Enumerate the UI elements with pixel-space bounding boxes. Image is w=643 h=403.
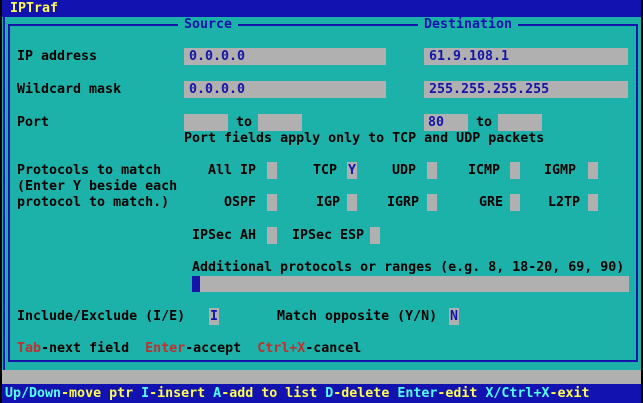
dialog-left-edge <box>3 17 5 370</box>
protocol-icmp-label: ICMP <box>468 163 500 179</box>
wildcard-mask-source-field[interactable]: 0.0.0.0 <box>184 81 386 98</box>
console-screen: IPTraf Source Destination IP address 0.0… <box>0 0 643 403</box>
help-key-ctrlx: Ctrl+X <box>257 341 305 356</box>
protocol-tcp-label: TCP <box>313 163 337 179</box>
port-dest-from-field[interactable]: 80 <box>424 114 468 131</box>
protocol-icmp-checkbox[interactable] <box>510 162 520 179</box>
port-source-from-field[interactable] <box>184 114 228 131</box>
ipsec-ah-label: IPSec AH <box>192 228 256 244</box>
app-title: IPTraf <box>10 1 58 17</box>
protocol-allip-checkbox[interactable] <box>267 162 277 179</box>
dialog-help-line: Tab-next field Enter-accept Ctrl+X-cance… <box>17 341 361 357</box>
help-key-tab: Tab <box>17 341 41 356</box>
protocols-label-line3: protocol to match.) <box>17 195 169 211</box>
ipsec-ah-checkbox[interactable] <box>267 227 277 244</box>
status-bar-text: Up/Down-move ptr I-insert A-add to list … <box>5 385 589 402</box>
additional-protocols-label: Additional protocols or ranges (e.g. 8, … <box>192 260 624 276</box>
protocol-l2tp-label: L2TP <box>548 195 580 211</box>
ip-address-source-field[interactable]: 0.0.0.0 <box>184 48 386 65</box>
include-exclude-label: Include/Exclude (I/E) <box>17 309 185 325</box>
port-source-to-field[interactable] <box>258 114 302 131</box>
source-section-header: Source <box>178 17 238 33</box>
help-key-enter: Enter <box>145 341 185 356</box>
ip-address-dest-field[interactable]: 61.9.108.1 <box>424 48 628 65</box>
statkey-a: A <box>213 386 221 401</box>
port-label: Port <box>17 115 49 131</box>
separator-bar <box>2 370 641 384</box>
protocol-igmp-label: IGMP <box>544 163 576 179</box>
statkey-enter: Enter <box>397 386 437 401</box>
protocol-gre-label: GRE <box>479 195 503 211</box>
destination-section-header: Destination <box>418 17 518 33</box>
protocol-ospf-label: OSPF <box>224 195 256 211</box>
protocol-igmp-checkbox[interactable] <box>588 162 598 179</box>
protocol-ospf-checkbox[interactable] <box>267 194 277 211</box>
ipsec-esp-checkbox[interactable] <box>370 227 380 244</box>
title-bar: IPTraf <box>2 0 641 17</box>
statkey-x: X/Ctrl+X <box>485 386 549 401</box>
protocol-allip-label: All IP <box>208 163 256 179</box>
status-bar: Up/Down-move ptr I-insert A-add to list … <box>2 384 641 403</box>
protocol-igp-checkbox[interactable] <box>347 194 357 211</box>
port-note: Port fields apply only to TCP and UDP pa… <box>184 131 544 147</box>
protocol-udp-checkbox[interactable] <box>427 162 437 179</box>
protocol-l2tp-checkbox[interactable] <box>588 194 598 211</box>
match-opposite-label: Match opposite (Y/N) <box>277 309 437 325</box>
statkey-updown: Up/Down <box>5 386 61 401</box>
include-exclude-field[interactable]: I <box>209 308 219 325</box>
text-cursor <box>192 276 200 292</box>
protocol-tcp-checkbox[interactable]: Y <box>347 162 357 179</box>
protocols-label-line1: Protocols to match <box>17 163 161 179</box>
protocol-gre-checkbox[interactable] <box>510 194 520 211</box>
port-dest-to-field[interactable] <box>498 114 542 131</box>
additional-protocols-field[interactable] <box>192 276 629 292</box>
protocol-udp-label: UDP <box>392 163 416 179</box>
ip-address-label: IP address <box>17 49 97 65</box>
port-source-to-label: to <box>236 115 252 131</box>
statkey-i: I <box>141 386 149 401</box>
wildcard-mask-label: Wildcard mask <box>17 82 121 98</box>
match-opposite-field[interactable]: N <box>449 308 459 325</box>
port-dest-to-label: to <box>476 115 492 131</box>
protocol-igrp-label: IGRP <box>387 195 419 211</box>
wildcard-mask-dest-field[interactable]: 255.255.255.255 <box>424 81 628 98</box>
protocol-igrp-checkbox[interactable] <box>427 194 437 211</box>
ipsec-esp-label: IPSec ESP <box>292 228 364 244</box>
protocol-igp-label: IGP <box>316 195 340 211</box>
protocols-label-line2: (Enter Y beside each <box>17 179 177 195</box>
